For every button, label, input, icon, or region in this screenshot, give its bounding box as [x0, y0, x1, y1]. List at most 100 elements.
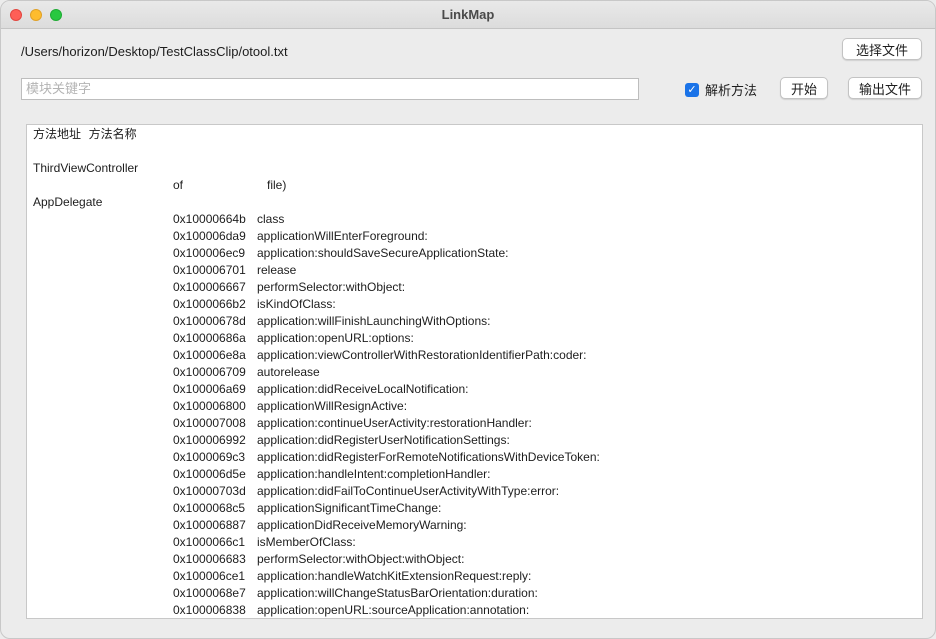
- method-row: 0x100006667 performSelector:withObject:: [33, 279, 922, 296]
- method-row: 0x100006ec9 application:shouldSaveSecureA…: [33, 245, 922, 262]
- method-address: 0x100006d5e: [173, 467, 246, 481]
- method-name: application:willFinishLaunchingWithOptio…: [257, 314, 491, 328]
- method-address: 0x100006ec9: [173, 246, 246, 260]
- method-name: applicationSignificantTimeChange:: [257, 501, 442, 515]
- method-name: application:didRegisterForRemoteNotifica…: [257, 450, 600, 464]
- method-address: 0x100006ce1: [173, 569, 246, 583]
- method-name: performSelector:withObject:withObject:: [257, 552, 465, 566]
- title-bar: LinkMap: [1, 1, 935, 29]
- method-address: 0x100006992: [173, 433, 246, 447]
- method-row: 0x100006d5e application:handleIntent:comp…: [33, 466, 922, 483]
- method-row: 0x100006ce1 application:handleWatchKitExt…: [33, 568, 922, 585]
- method-row: 0x10000664b class: [33, 211, 922, 228]
- method-row: 0x100006da9 applicationWillEnterForegroun…: [33, 228, 922, 245]
- output-file-button[interactable]: 输出文件: [848, 77, 922, 99]
- method-row: of file): [33, 177, 922, 194]
- method-name: application:openURL:options:: [257, 331, 414, 345]
- method-address: 0x1000066c1: [173, 535, 246, 549]
- method-row: 0x100006701 release: [33, 262, 922, 279]
- method-name: application:handleIntent:completionHandl…: [257, 467, 491, 481]
- method-address: 0x10000664b: [173, 212, 246, 226]
- method-row: 0x100006838 application:openURL:sourceApp…: [33, 602, 922, 618]
- method-row: 0x100006709 autorelease: [33, 364, 922, 381]
- method-name: applicationDidReceiveMemoryWarning:: [257, 518, 467, 532]
- file-path-label: /Users/horizon/Desktop/TestClassClip/oto…: [21, 44, 288, 59]
- method-address: 0x100006a69: [173, 382, 246, 396]
- method-name: class: [257, 212, 285, 226]
- method-name: applicationWillResignActive:: [257, 399, 408, 413]
- checkmark-icon[interactable]: ✓: [685, 82, 699, 97]
- window-title: LinkMap: [441, 7, 495, 22]
- method-row: 0x100006a69 application:didReceiveLocalNo…: [33, 381, 922, 398]
- method-name: application:openURL:sourceApplication:an…: [257, 603, 530, 617]
- method-address: 0x100007008: [173, 416, 246, 430]
- class-name-line: AppDelegate: [33, 195, 103, 209]
- start-button[interactable]: 开始: [780, 77, 828, 99]
- module-keyword-input[interactable]: [21, 78, 639, 100]
- method-name: application:viewControllerWithRestoratio…: [257, 348, 587, 362]
- class-name-line: ThirdViewController: [33, 161, 139, 175]
- method-address: 0x100006887: [173, 518, 246, 532]
- parse-methods-toggle[interactable]: ✓ 解析方法: [685, 80, 757, 99]
- method-row: 0x100006683 performSelector:withObject:wi…: [33, 551, 922, 568]
- method-address: 0x1000069c3: [173, 450, 246, 464]
- method-name: application:didFailToContinueUserActivit…: [257, 484, 560, 498]
- result-text-view[interactable]: 方法地址 方法名称 ThirdViewController of file) App…: [26, 124, 923, 619]
- method-row: 0x100006e8a application:viewControllerWit…: [33, 347, 922, 364]
- method-name: file): [257, 178, 287, 192]
- method-address: 0x1000068e7: [173, 586, 246, 600]
- method-row: 0x10000703d application:didFailToContinue…: [33, 483, 922, 500]
- method-address: 0x10000703d: [173, 484, 246, 498]
- method-name: application:shouldSaveSecureApplicationS…: [257, 246, 509, 260]
- app-window: LinkMap /Users/horizon/Desktop/TestClass…: [0, 0, 936, 639]
- method-row: 0x1000068c5 applicationSignificantTimeCha…: [33, 500, 922, 517]
- method-row: 0x1000069c3 application:didRegisterForRem…: [33, 449, 922, 466]
- method-name: application:didRegisterUserNotificationS…: [257, 433, 510, 447]
- select-file-button[interactable]: 选择文件: [842, 38, 922, 60]
- method-address: 0x100006e8a: [173, 348, 246, 362]
- method-row: 0x100006800 applicationWillResignActive:: [33, 398, 922, 415]
- method-name: isMemberOfClass:: [257, 535, 356, 549]
- method-row: 0x100007008 application:continueUserActiv…: [33, 415, 922, 432]
- method-address: 0x100006667: [173, 280, 246, 294]
- method-address: 0x100006709: [173, 365, 246, 379]
- method-row: 0x1000066b2 isKindOfClass:: [33, 296, 922, 313]
- method-row: 0x100006887 applicationDidReceiveMemoryWa…: [33, 517, 922, 534]
- method-row: 0x1000068e7 application:willChangeStatusB…: [33, 585, 922, 602]
- method-address: of: [173, 178, 184, 192]
- method-name: isKindOfClass:: [257, 297, 336, 311]
- method-address: 0x100006683: [173, 552, 246, 566]
- method-address: 0x100006800: [173, 399, 246, 413]
- method-name: application:continueUserActivity:restora…: [257, 416, 532, 430]
- method-name: application:handleWatchKitExtensionReque…: [257, 569, 532, 583]
- method-name: autorelease: [257, 365, 320, 379]
- output-header: 方法地址 方法名称: [33, 127, 137, 141]
- method-address: 0x100006701: [173, 263, 246, 277]
- method-row: 0x10000678d application:willFinishLaunchi…: [33, 313, 922, 330]
- method-row: 0x10000686a application:openURL:options:: [33, 330, 922, 347]
- method-name: release: [257, 263, 297, 277]
- method-name: applicationWillEnterForeground:: [257, 229, 428, 243]
- method-address: 0x10000686a: [173, 331, 246, 345]
- method-name: application:willChangeStatusBarOrientati…: [257, 586, 538, 600]
- method-row: 0x1000066c1 isMemberOfClass:: [33, 534, 922, 551]
